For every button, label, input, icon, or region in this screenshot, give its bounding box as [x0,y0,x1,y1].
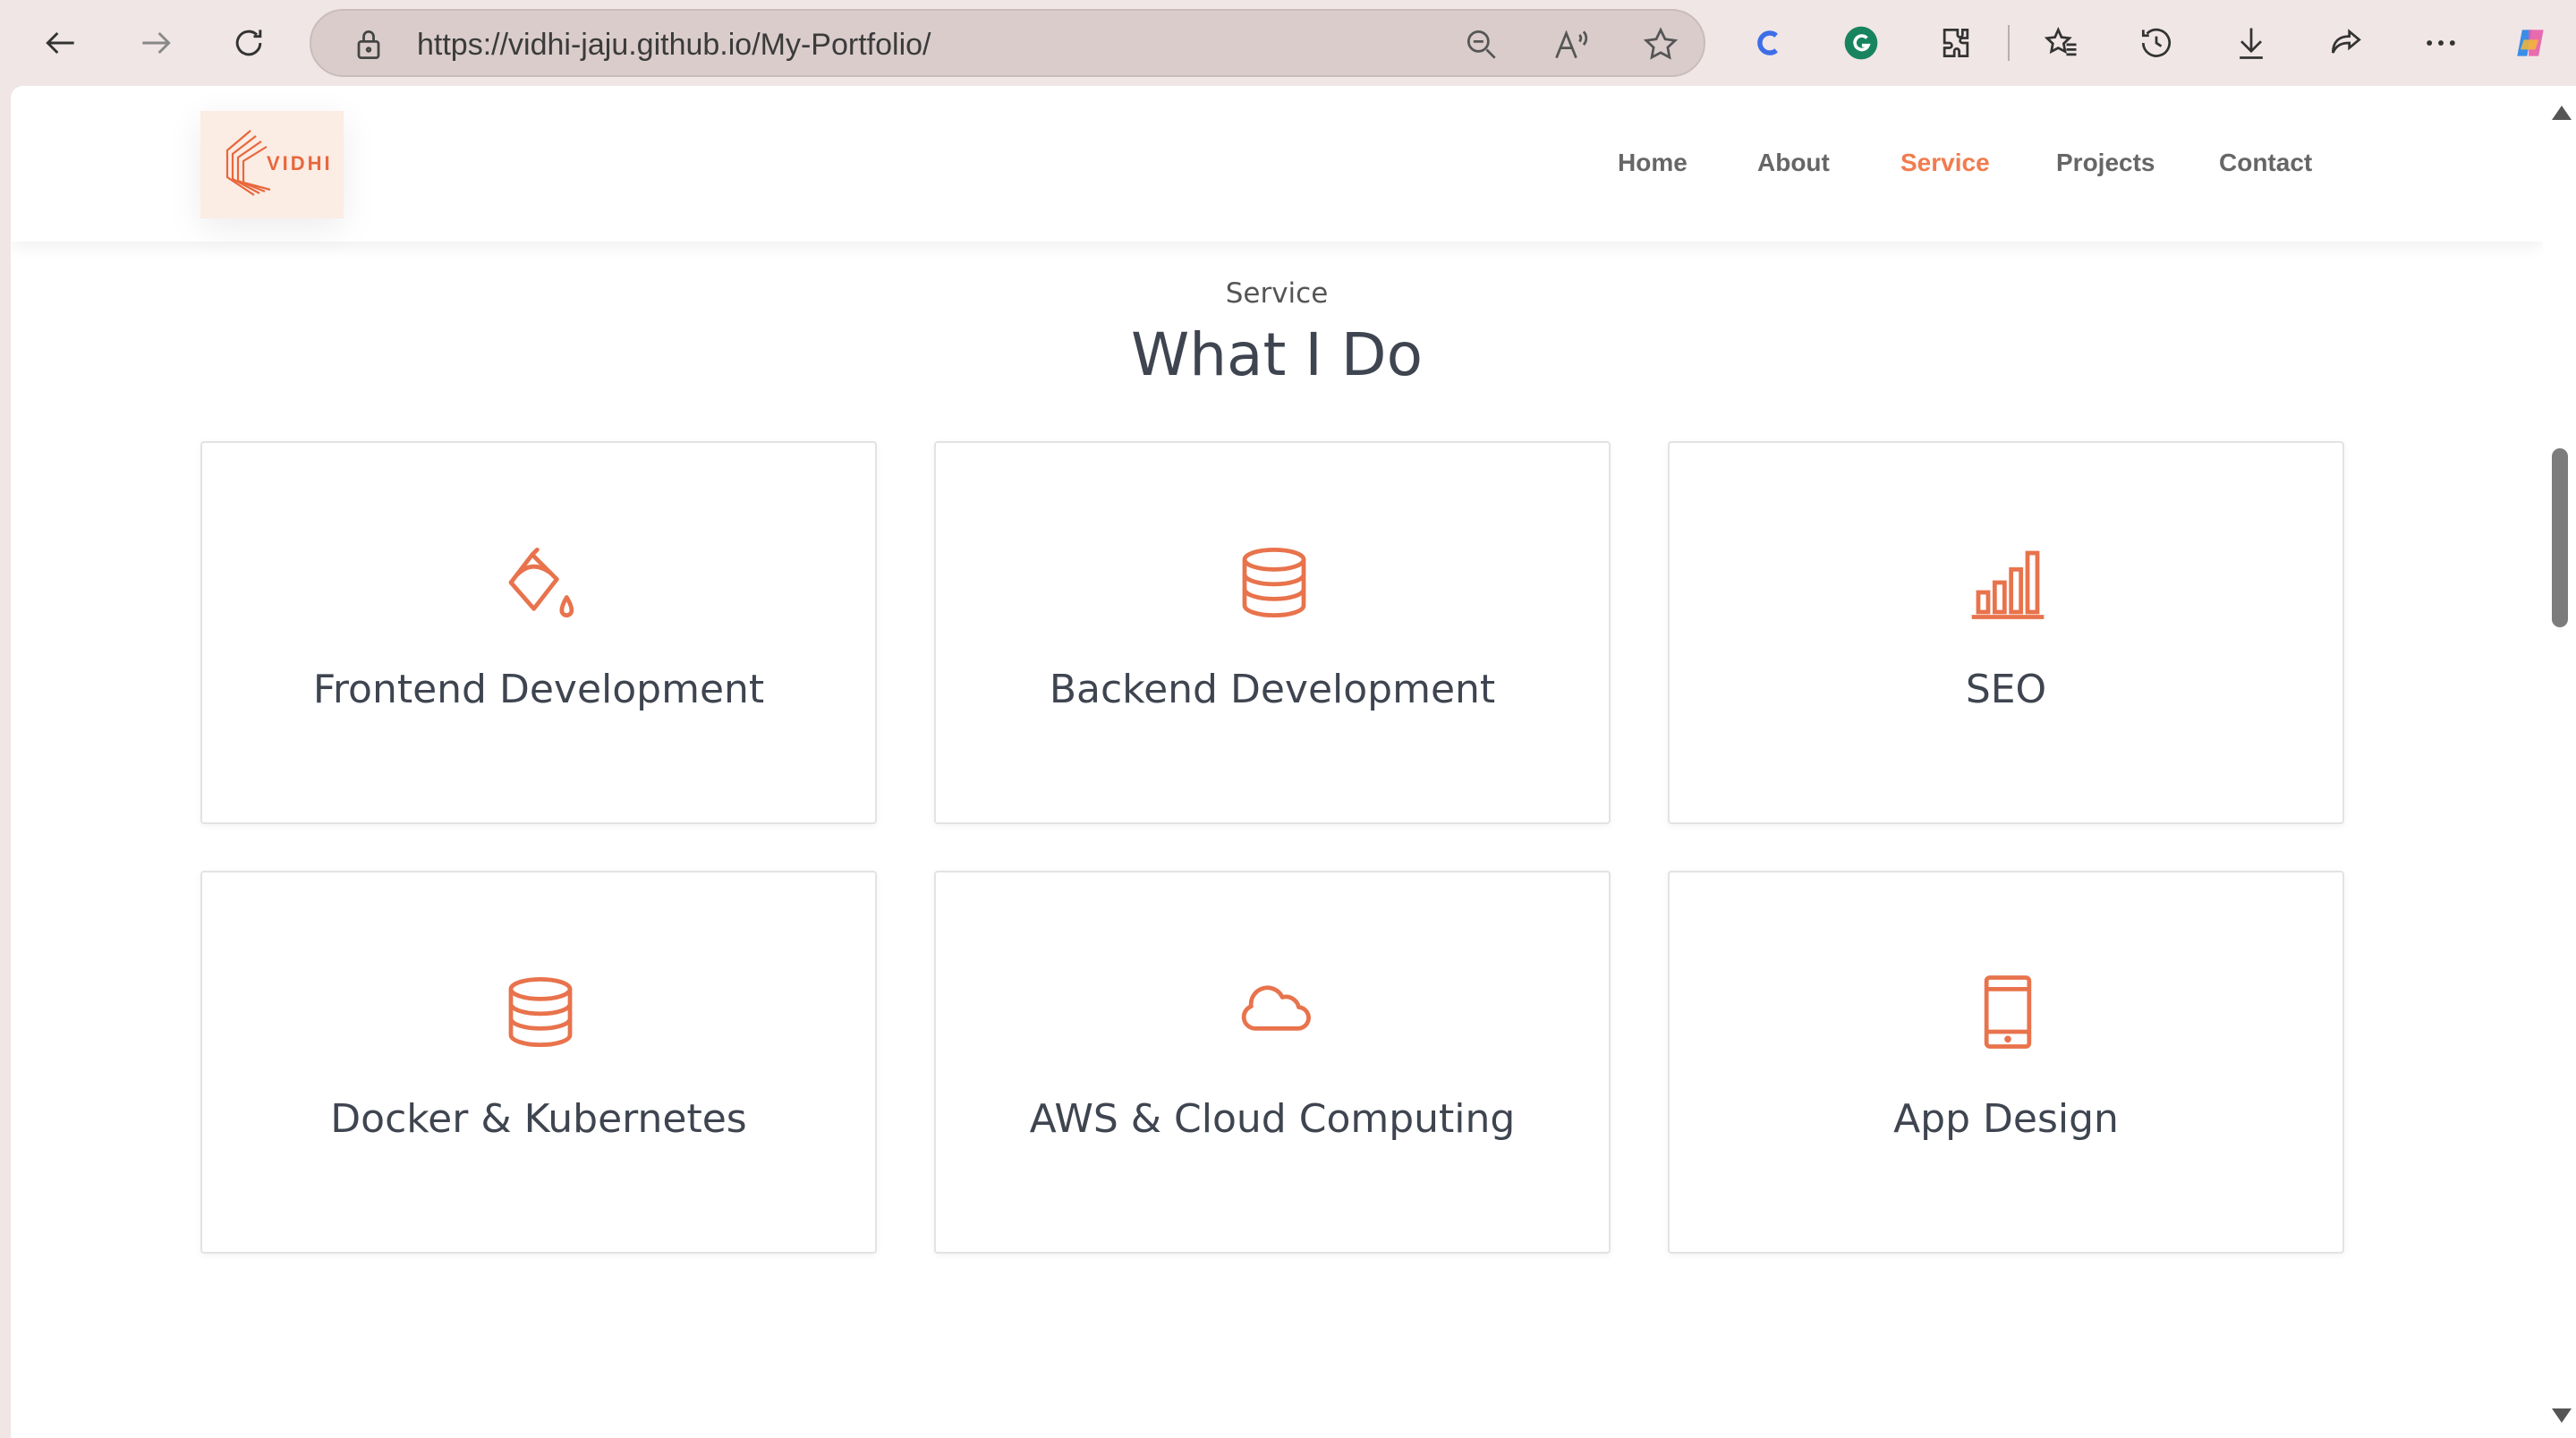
extensions-icon[interactable] [1931,18,1981,68]
service-label: Backend Development [1049,667,1496,712]
refresh-icon[interactable] [224,18,274,68]
service-label: SEO [1965,667,2047,712]
more-icon[interactable] [2416,18,2466,68]
logo[interactable]: VIDHI [200,111,344,218]
url-text[interactable]: https://vidhi-jaju.github.io/My-Portfoli… [417,11,931,79]
cloud-icon [1235,973,1314,1051]
bar-chart-icon [1968,543,2047,622]
tablet-icon [1968,973,2047,1051]
favorite-star-icon[interactable] [1641,25,1680,64]
database-icon [501,973,580,1051]
scroll-down-arrow-icon[interactable] [2552,1408,2572,1423]
address-bar[interactable]: https://vidhi-jaju.github.io/My-Portfoli… [310,9,1705,77]
history-icon[interactable] [2131,18,2181,68]
lock-icon[interactable] [349,25,388,64]
service-card-app-design[interactable]: App Design [1668,871,2344,1254]
back-icon[interactable] [36,18,86,68]
logo-text: VIDHI [267,152,333,174]
nav-about[interactable]: About [1757,149,1830,177]
scrollbar-thumb[interactable] [2552,448,2568,627]
service-label: App Design [1893,1096,2119,1142]
download-icon[interactable] [2226,18,2276,68]
share-icon[interactable] [2321,18,2371,68]
service-label: Frontend Development [312,667,765,712]
forward-icon[interactable] [131,18,181,68]
service-label: AWS & Cloud Computing [1029,1096,1516,1142]
paint-bucket-icon [501,543,580,622]
favorites-icon[interactable] [2036,18,2087,68]
page-scrollbar[interactable] [2543,86,2576,1438]
scroll-up-arrow-icon[interactable] [2552,106,2572,120]
zoom-icon[interactable] [1462,25,1501,64]
toolbar-divider [2008,25,2010,61]
service-card-backend[interactable]: Backend Development [934,441,1611,824]
browser-toolbar: https://vidhi-jaju.github.io/My-Portfoli… [0,0,2576,86]
section-subtitle: Service [1225,277,1329,310]
service-label: Docker & Kubernetes [330,1096,747,1142]
section-title: What I Do [1130,320,1424,389]
service-card-frontend[interactable]: Frontend Development [200,441,877,824]
nav-projects[interactable]: Projects [2056,149,2155,177]
copilot-icon[interactable] [2505,18,2555,68]
service-card-docker[interactable]: Docker & Kubernetes [200,871,877,1254]
nav-contact[interactable]: Contact [2219,149,2312,177]
extension-c-icon[interactable] [1743,18,1793,68]
service-card-aws[interactable]: AWS & Cloud Computing [934,871,1611,1254]
service-card-seo[interactable]: SEO [1668,441,2344,824]
page-viewport: VIDHI Home About Service Projects Contac… [11,86,2543,1438]
nav-home[interactable]: Home [1618,149,1688,177]
database-icon [1235,543,1314,622]
read-aloud-icon[interactable] [1552,25,1591,64]
site-header: VIDHI Home About Service Projects Contac… [11,86,2543,242]
nav-service[interactable]: Service [1900,149,1990,177]
grammarly-icon[interactable] [1836,18,1886,68]
